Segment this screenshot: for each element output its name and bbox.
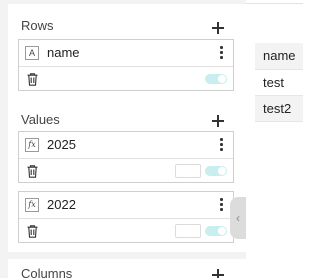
visibility-toggle[interactable] — [205, 74, 227, 84]
more-options-icon[interactable] — [219, 197, 223, 211]
trash-icon[interactable] — [27, 225, 38, 238]
card-divider — [19, 66, 233, 67]
trash-icon[interactable] — [27, 165, 38, 178]
add-value-field-plus-icon[interactable] — [212, 115, 224, 127]
visibility-toggle[interactable] — [205, 166, 227, 176]
value-field-card-2022: fx 2022 — [18, 191, 234, 243]
top-border — [246, 0, 303, 4]
rows-section-title: Rows — [21, 18, 54, 33]
add-row-field-plus-icon[interactable] — [212, 22, 224, 34]
field-config-panel: Rows A name Values fx 2025 fx 2022 Colum… — [0, 0, 246, 278]
trash-icon[interactable] — [27, 73, 38, 86]
card-divider — [19, 158, 233, 159]
format-input[interactable] — [175, 224, 201, 238]
more-options-icon[interactable] — [219, 45, 223, 59]
row-field-card-name: A name — [18, 39, 234, 91]
values-section: Values fx 2025 fx 2022 — [8, 102, 246, 252]
toggle-knob — [218, 75, 226, 83]
columns-section: Columns — [8, 259, 246, 278]
field-name: 2022 — [47, 197, 76, 212]
columns-section-title: Columns — [21, 266, 73, 278]
table-header-row: name — [255, 43, 303, 70]
add-column-field-plus-icon[interactable] — [212, 269, 224, 278]
formula-icon: fx — [25, 138, 39, 152]
collapse-panel-handle[interactable]: ‹ — [230, 197, 246, 239]
value-field-card-2025: fx 2025 — [18, 131, 234, 183]
card-divider — [19, 218, 233, 219]
table-row: test2 — [255, 95, 303, 122]
text-type-icon: A — [25, 46, 39, 60]
format-input[interactable] — [175, 164, 201, 178]
toggle-knob — [218, 227, 226, 235]
visibility-toggle[interactable] — [205, 226, 227, 236]
rows-section: Rows A name — [8, 4, 246, 102]
table-cell[interactable]: test — [255, 69, 303, 96]
table-cell[interactable]: test2 — [255, 95, 303, 122]
preview-table: name test test2 — [255, 43, 303, 122]
formula-icon: fx — [25, 198, 39, 212]
table-row: test — [255, 69, 303, 96]
field-name: 2025 — [47, 137, 76, 152]
values-section-title: Values — [21, 112, 60, 127]
field-name: name — [47, 45, 80, 60]
column-header-name[interactable]: name — [255, 43, 303, 70]
toggle-knob — [218, 167, 226, 175]
more-options-icon[interactable] — [219, 137, 223, 151]
